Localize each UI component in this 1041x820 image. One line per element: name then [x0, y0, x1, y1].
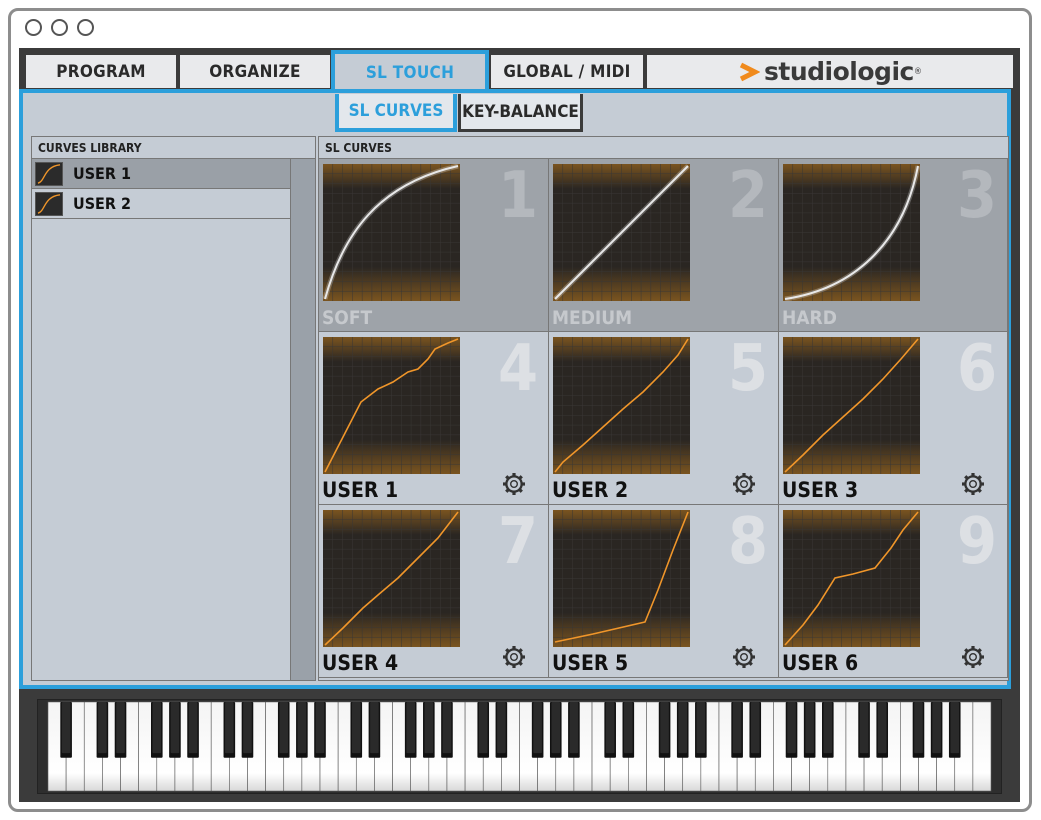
- subtab-key-balance[interactable]: KEY-BALANCE: [458, 94, 583, 132]
- curve-cell-2[interactable]: 2 MEDIUM: [549, 159, 779, 332]
- sl-curves-panel: SL CURVES 1 SOFT 2 MEDIUM 3 HARD 4 USER 1 5 U…: [318, 136, 1009, 681]
- curve-graph[interactable]: [553, 164, 690, 301]
- sl-touch-panel: SL CURVES KEY-BALANCE CURVES LIBRARY USE…: [19, 89, 1011, 689]
- subtab-label: SL CURVES: [348, 101, 444, 121]
- gear-icon[interactable]: [502, 645, 526, 669]
- piano-keyboard[interactable]: [37, 699, 1002, 794]
- curves-grid: 1 SOFT 2 MEDIUM 3 HARD 4 USER 1 5 USER 2 6 USE…: [319, 159, 1008, 680]
- editor-app: PROGRAM ORGANIZE SL TOUCH GLOBAL / MIDI …: [19, 48, 1020, 802]
- library-item-user-2[interactable]: USER 2: [32, 189, 290, 219]
- curve-label: HARD: [782, 307, 837, 329]
- curve-number: 8: [727, 505, 768, 579]
- curve-graph[interactable]: [323, 337, 460, 474]
- curve-graph[interactable]: [783, 337, 920, 474]
- curve-thumbnail-icon: [35, 161, 63, 186]
- zoom-window-icon[interactable]: [77, 19, 94, 36]
- registered-mark: ®: [913, 66, 922, 77]
- curve-number: 3: [956, 159, 997, 233]
- curve-thumbnail-icon: [35, 191, 63, 216]
- tab-organize[interactable]: ORGANIZE: [180, 55, 330, 88]
- tab-label: PROGRAM: [56, 61, 146, 82]
- curve-cell-5[interactable]: 5 USER 2: [549, 332, 779, 505]
- curve-label: SOFT: [322, 307, 373, 329]
- tab-label: ORGANIZE: [209, 61, 301, 82]
- curve-label: USER 3: [782, 478, 859, 502]
- curve-graph[interactable]: [323, 510, 460, 647]
- curve-label: USER 1: [322, 478, 399, 502]
- tab-global-midi[interactable]: GLOBAL / MIDI: [491, 55, 643, 88]
- curve-number: 7: [497, 505, 538, 579]
- curve-number: 4: [497, 332, 538, 406]
- curve-label: MEDIUM: [552, 307, 633, 329]
- tab-sl-touch[interactable]: SL TOUCH: [331, 50, 489, 92]
- library-item-label: USER 1: [73, 164, 131, 183]
- curve-cell-9[interactable]: 9 USER 6: [779, 505, 1008, 678]
- curve-graph[interactable]: [553, 510, 690, 647]
- curve-cell-3[interactable]: 3 HARD: [779, 159, 1008, 332]
- curve-label: USER 5: [552, 651, 629, 675]
- library-title: CURVES LIBRARY: [32, 137, 315, 159]
- curve-number: 6: [956, 332, 997, 406]
- curve-cell-7[interactable]: 7 USER 4: [319, 505, 549, 678]
- brand-name: studiologic: [764, 57, 914, 86]
- curve-graph[interactable]: [553, 337, 690, 474]
- curve-cell-4[interactable]: 4 USER 1: [319, 332, 549, 505]
- curve-label: USER 6: [782, 651, 859, 675]
- subtab-sl-curves[interactable]: SL CURVES: [335, 94, 457, 132]
- curve-cell-6[interactable]: 6 USER 3: [779, 332, 1008, 505]
- library-scrollbar[interactable]: [290, 159, 315, 680]
- gear-icon[interactable]: [961, 645, 985, 669]
- chevron-right-icon: [739, 62, 761, 81]
- curve-number: 9: [956, 505, 997, 579]
- brand-logo: studiologic ®: [647, 55, 1013, 88]
- curves-title: SL CURVES: [319, 137, 1008, 159]
- gear-icon[interactable]: [732, 472, 756, 496]
- curve-number: 5: [727, 332, 768, 406]
- curve-graph[interactable]: [783, 510, 920, 647]
- curve-label: USER 2: [552, 478, 629, 502]
- curve-cell-8[interactable]: 8 USER 5: [549, 505, 779, 678]
- curve-graph[interactable]: [323, 164, 460, 301]
- tab-program[interactable]: PROGRAM: [26, 55, 176, 88]
- close-window-icon[interactable]: [25, 19, 42, 36]
- tab-label: SL TOUCH: [365, 63, 455, 83]
- library-list: USER 1 USER 2: [32, 159, 290, 680]
- minimize-window-icon[interactable]: [51, 19, 68, 36]
- tab-label: GLOBAL / MIDI: [503, 61, 631, 82]
- curve-graph[interactable]: [783, 164, 920, 301]
- library-item-label: USER 2: [73, 194, 131, 213]
- curve-number: 2: [727, 159, 768, 233]
- gear-icon[interactable]: [732, 645, 756, 669]
- subtab-label: KEY-BALANCE: [462, 101, 579, 122]
- curve-cell-1[interactable]: 1 SOFT: [319, 159, 549, 332]
- library-item-user-1[interactable]: USER 1: [32, 159, 290, 189]
- gear-icon[interactable]: [502, 472, 526, 496]
- curve-label: USER 4: [322, 651, 399, 675]
- curves-library: CURVES LIBRARY USER 1 USER 2: [31, 136, 316, 681]
- curve-number: 1: [497, 159, 538, 233]
- gear-icon[interactable]: [961, 472, 985, 496]
